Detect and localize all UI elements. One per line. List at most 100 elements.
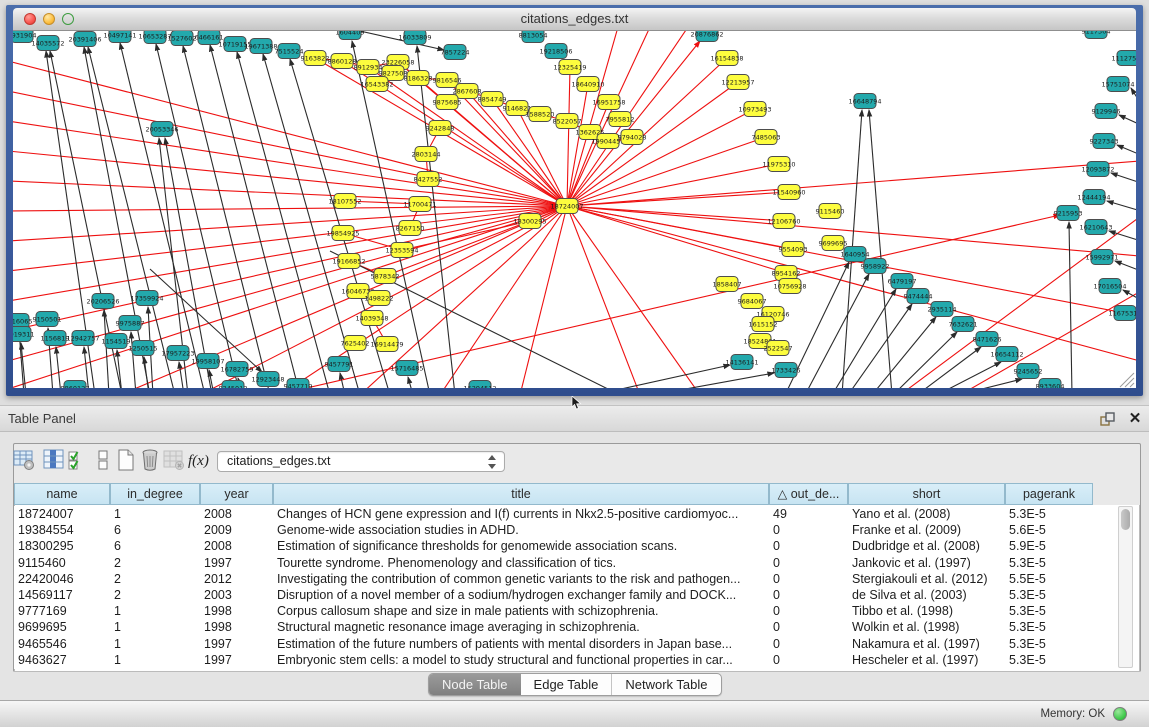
paper-node[interactable]: 15294512 <box>463 381 496 389</box>
paper-node[interactable]: 16951758 <box>592 95 625 110</box>
table-row[interactable]: 969969511998Structural magnetic resonanc… <box>14 619 1118 635</box>
table-source-select[interactable]: citations_edges.txt <box>217 451 505 472</box>
citation-edge[interactable] <box>13 206 567 211</box>
paper-node[interactable]: 9242848 <box>426 121 455 136</box>
table-row[interactable]: 946362711997Embryonic stem cells: a mode… <box>14 652 1118 668</box>
paper-node[interactable]: 9958922 <box>861 259 890 274</box>
paper-node[interactable]: 9215953 <box>1054 206 1083 221</box>
tab-node-table[interactable]: Node Table <box>429 674 521 695</box>
paper-node[interactable]: 5878342 <box>371 269 400 284</box>
paper-node[interactable]: 20876862 <box>690 31 723 42</box>
reference-edge[interactable] <box>1111 173 1136 183</box>
citation-edge[interactable] <box>567 206 793 249</box>
paper-node[interactable]: 7955812 <box>606 112 635 127</box>
paper-node[interactable]: 18640910 <box>571 77 604 92</box>
paper-node[interactable]: 16648794 <box>848 94 881 109</box>
table-row[interactable]: 977716911998Corpus callosum shape and si… <box>14 603 1118 619</box>
citation-edge[interactable] <box>13 206 567 301</box>
paper-node[interactable]: 8860128 <box>328 54 357 69</box>
column-header-out_de[interactable]: △ out_de... <box>769 483 848 505</box>
column-header-short[interactable]: short <box>848 483 1005 505</box>
column-header-name[interactable]: name <box>14 483 110 505</box>
paper-node[interactable]: 20053346 <box>145 122 178 137</box>
paper-node[interactable]: 15751074 <box>1101 77 1134 92</box>
select-columns-icon[interactable] <box>66 448 92 474</box>
paper-node[interactable]: 3919311 <box>13 327 34 342</box>
reference-edge[interactable] <box>1109 231 1136 241</box>
paper-node[interactable]: 1615152 <box>749 317 778 332</box>
reference-edge[interactable] <box>1131 88 1136 104</box>
reference-edge[interactable] <box>848 304 912 388</box>
reference-edge[interactable] <box>237 52 330 388</box>
citation-edge[interactable] <box>13 206 567 331</box>
reference-edge[interactable] <box>958 379 1022 388</box>
new-column-icon[interactable] <box>114 448 140 474</box>
paper-node[interactable]: 9163822 <box>301 51 330 66</box>
citation-edge[interactable] <box>13 206 567 241</box>
paper-node[interactable]: 8933604 <box>1036 379 1065 389</box>
reference-edge[interactable] <box>1117 145 1136 155</box>
delete-column-icon[interactable] <box>138 448 164 474</box>
paper-node[interactable]: 12444194 <box>1077 190 1110 205</box>
paper-node[interactable]: 9457719 <box>284 379 313 389</box>
paper-node[interactable]: 9227343 <box>1090 134 1119 149</box>
vertical-scrollbar[interactable] <box>1118 506 1133 668</box>
paper-node[interactable]: 1588520 <box>526 107 555 122</box>
paper-node[interactable]: 9115460 <box>816 204 845 219</box>
paper-node[interactable]: 9150501 <box>33 312 62 327</box>
paper-node[interactable]: 9245012 <box>219 381 248 389</box>
paper-node[interactable]: 7625402 <box>341 336 370 351</box>
reference-edge[interactable] <box>179 362 184 388</box>
paper-node[interactable]: 17957223 <box>161 346 194 361</box>
table-row[interactable]: 911546021997Tourette syndrome. Phenomeno… <box>14 555 1118 571</box>
paper-node[interactable]: 1154519 <box>102 334 131 349</box>
paper-node[interactable]: 1604409 <box>336 31 365 40</box>
paper-node[interactable]: 9457791 <box>325 357 354 372</box>
table-row[interactable]: 2242004622012Investigating the contribut… <box>14 571 1118 587</box>
paper-node[interactable]: 17359924 <box>130 291 163 306</box>
reference-edge[interactable] <box>120 43 205 388</box>
reference-edge[interactable] <box>869 110 892 388</box>
close-panel-icon[interactable]: ✕ <box>1126 409 1144 429</box>
paper-node[interactable]: 8522057 <box>553 114 582 129</box>
paper-node[interactable]: 16782759 <box>220 362 253 377</box>
paper-node[interactable]: 7515524 <box>275 44 304 59</box>
minimize-window-button[interactable] <box>43 13 55 25</box>
paper-node[interactable]: 9699695 <box>819 236 848 251</box>
citation-edge[interactable] <box>567 206 784 221</box>
paper-node[interactable]: 11975310 <box>762 157 795 172</box>
citation-edge[interactable] <box>13 61 567 206</box>
tab-network-table[interactable]: Network Table <box>611 674 720 695</box>
paper-node[interactable]: 8471626 <box>973 332 1002 347</box>
paper-node[interactable]: 16914479 <box>370 337 403 352</box>
reference-edge[interactable] <box>56 347 61 388</box>
paper-node[interactable]: 10654112 <box>990 347 1023 362</box>
citation-edge[interactable] <box>520 206 567 388</box>
paper-node[interactable]: 16210643 <box>1079 220 1112 235</box>
table-row[interactable]: 946554611997Estimation of the future num… <box>14 636 1118 652</box>
paper-node[interactable]: 6479197 <box>888 274 917 289</box>
paper-node[interactable]: 8267150 <box>396 221 425 236</box>
column-header-year[interactable]: year <box>200 483 273 505</box>
paper-node[interactable]: 12213957 <box>721 75 754 90</box>
paper-node[interactable]: 7485063 <box>752 130 781 145</box>
table-row[interactable]: 1872400712008Changes of HCN gene express… <box>14 506 1118 522</box>
column-header-pagerank[interactable]: pagerank <box>1005 483 1093 505</box>
reference-edge[interactable] <box>1069 222 1072 388</box>
paper-node[interactable]: 10497141 <box>103 31 136 43</box>
paper-node[interactable]: 9245652 <box>1014 364 1043 379</box>
paper-node[interactable]: 1733426 <box>772 363 801 378</box>
citation-edge[interactable] <box>13 151 567 206</box>
paper-node[interactable]: 9794028 <box>618 130 647 145</box>
citation-edge[interactable] <box>567 109 755 206</box>
paper-node[interactable]: 2803144 <box>412 147 441 162</box>
paper-node[interactable]: 1858407 <box>713 277 742 292</box>
reference-edge[interactable] <box>872 317 936 388</box>
reference-edge[interactable] <box>1107 201 1136 211</box>
paper-node[interactable]: 1156819 <box>41 331 70 346</box>
paper-node[interactable]: 19218506 <box>539 44 572 59</box>
paper-node[interactable]: 20206526 <box>86 294 119 309</box>
paper-node[interactable]: 7632621 <box>949 317 978 332</box>
paper-node[interactable]: 8186328 <box>404 71 433 86</box>
paper-node[interactable]: 14136141 <box>725 355 758 370</box>
